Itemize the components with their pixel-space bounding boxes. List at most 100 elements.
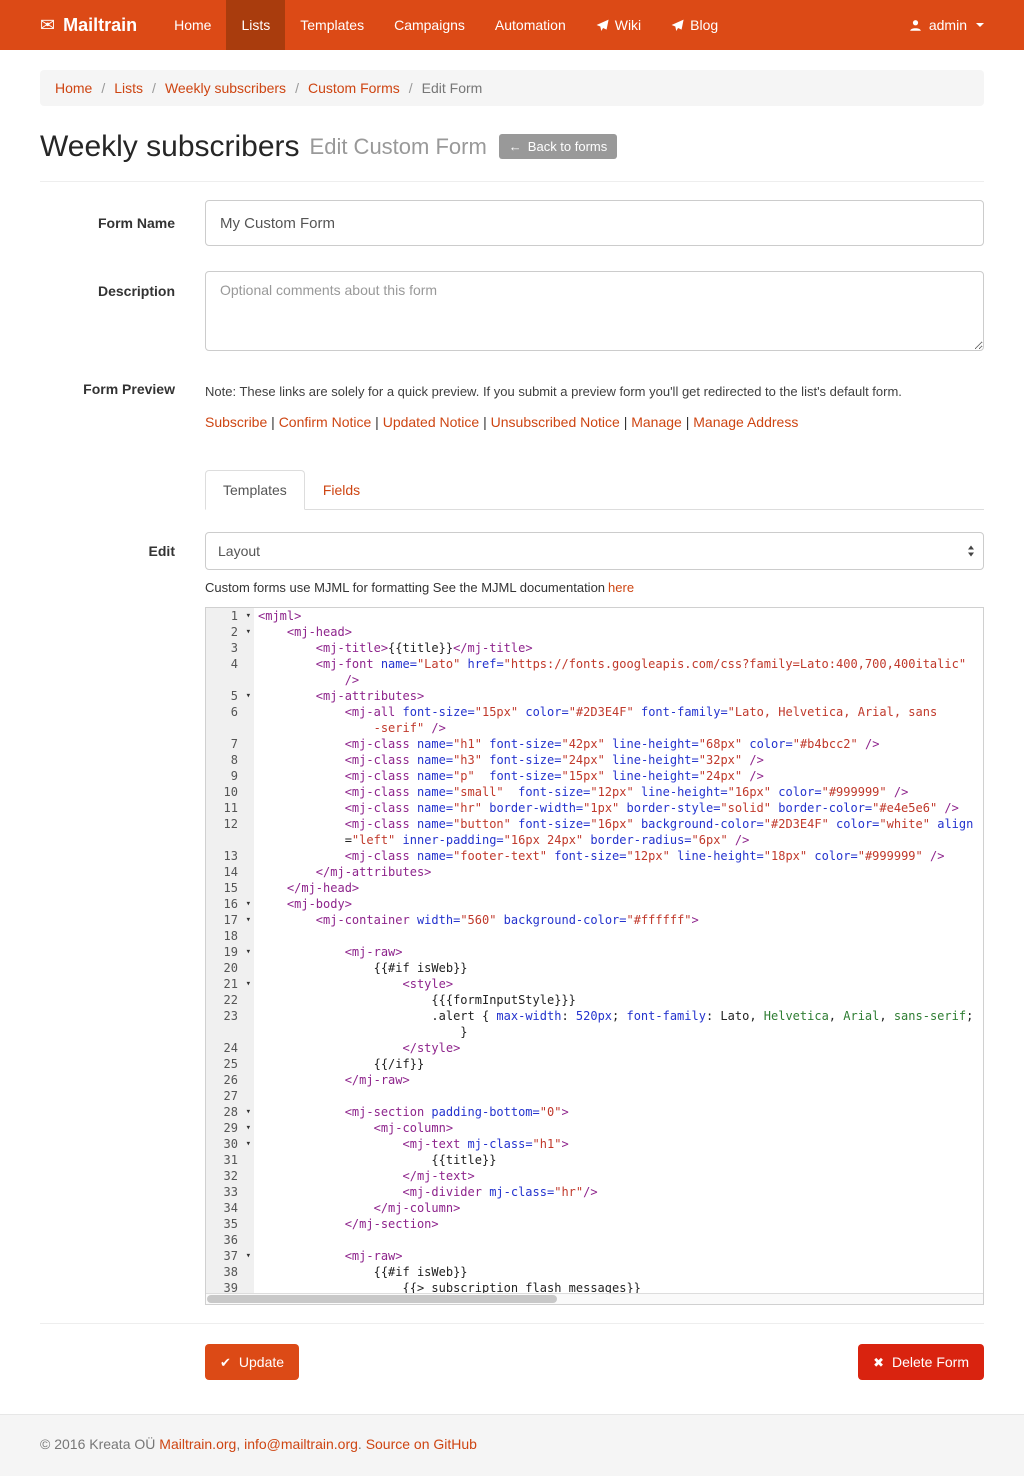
editor-line[interactable]: 38 {{#if isWeb}}	[206, 1264, 983, 1280]
editor-line[interactable]: 12 <mj-class name="button" font-size="16…	[206, 816, 983, 832]
footer-link-mailtrain-org[interactable]: Mailtrain.org	[159, 1436, 236, 1452]
breadcrumb-item-home[interactable]: Home	[55, 80, 92, 96]
footer-text: .	[358, 1436, 366, 1452]
mjml-docs-link[interactable]: here	[608, 580, 634, 595]
editor-line[interactable]: 13 <mj-class name="footer-text" font-siz…	[206, 848, 983, 864]
fold-arrow-icon[interactable]: ▾	[246, 688, 251, 704]
editor-line[interactable]: 28▾ <mj-section padding-bottom="0">	[206, 1104, 983, 1120]
fold-arrow-icon[interactable]: ▾	[246, 624, 251, 640]
editor-line[interactable]: 35 </mj-section>	[206, 1216, 983, 1232]
editor-line[interactable]: 16▾ <mj-body>	[206, 896, 983, 912]
editor-line[interactable]: 31 {{title}}	[206, 1152, 983, 1168]
nav-item-home[interactable]: Home	[159, 0, 226, 50]
editor-line[interactable]: 22 {{{formInputStyle}}}	[206, 992, 983, 1008]
editor-line[interactable]: 10 <mj-class name="small" font-size="12p…	[206, 784, 983, 800]
fold-arrow-icon[interactable]: ▾	[246, 1120, 251, 1136]
preview-link-manage[interactable]: Manage	[631, 414, 682, 430]
page-title: Weekly subscribers	[40, 130, 300, 163]
preview-link-unsubscribed-notice[interactable]: Unsubscribed Notice	[491, 414, 620, 430]
fold-arrow-icon[interactable]: ▾	[246, 944, 251, 960]
editor-line[interactable]: 29▾ <mj-column>	[206, 1120, 983, 1136]
editor-line[interactable]: 4 <mj-font name="Lato" href="https://fon…	[206, 656, 983, 672]
editor-line[interactable]: 18	[206, 928, 983, 944]
editor-line[interactable]: 32 </mj-text>	[206, 1168, 983, 1184]
nav-item-automation[interactable]: Automation	[480, 0, 581, 50]
editor-line[interactable]: 9 <mj-class name="p" font-size="15px" li…	[206, 768, 983, 784]
user-menu[interactable]: admin	[909, 0, 984, 50]
line-number: 14	[224, 865, 238, 879]
editor-line[interactable]: 36	[206, 1232, 983, 1248]
editor-line[interactable]: 27	[206, 1088, 983, 1104]
fold-arrow-icon[interactable]: ▾	[246, 896, 251, 912]
delete-form-button[interactable]: ✖ Delete Form	[858, 1344, 984, 1380]
line-number: 32	[224, 1169, 238, 1183]
editor-line[interactable]: 23 .alert { max-width: 520px; font-famil…	[206, 1008, 983, 1024]
nav-item-blog[interactable]: Blog	[656, 0, 733, 50]
editor-gutter-cell: 37▾	[206, 1248, 254, 1264]
editor-horizontal-scrollbar[interactable]	[206, 1293, 983, 1304]
edit-form-select[interactable]: Layout	[205, 532, 984, 570]
fold-arrow-icon[interactable]: ▾	[246, 976, 251, 992]
breadcrumb-item-custom-forms[interactable]: Custom Forms	[308, 80, 400, 96]
preview-link-manage-address[interactable]: Manage Address	[693, 414, 798, 430]
arrow-left-icon: ←	[509, 139, 522, 155]
nav-item-label: Blog	[690, 17, 718, 33]
editor-line[interactable]: 6 <mj-all font-size="15px" color="#2D3E4…	[206, 704, 983, 720]
editor-line-wrap[interactable]: }	[206, 1024, 983, 1040]
edit-custom-form: Form Name Description Form Preview Note:…	[0, 200, 1024, 1305]
editor-line[interactable]: 11 <mj-class name="hr" border-width="1px…	[206, 800, 983, 816]
editor-line-wrap[interactable]: ="left" inner-padding="16px 24px" border…	[206, 832, 983, 848]
back-to-forms-button[interactable]: ← Back to forms	[499, 134, 617, 160]
editor-line[interactable]: 2▾ <mj-head>	[206, 624, 983, 640]
editor-line[interactable]: 30▾ <mj-text mj-class="h1">	[206, 1136, 983, 1152]
editor-line[interactable]: 15 </mj-head>	[206, 880, 983, 896]
fold-arrow-icon[interactable]: ▾	[246, 912, 251, 928]
editor-line[interactable]: 14 </mj-attributes>	[206, 864, 983, 880]
tab-fields[interactable]: Fields	[305, 470, 378, 510]
editor-code-text: {{/if}}	[254, 1056, 424, 1072]
description-textarea[interactable]	[205, 271, 984, 351]
fold-arrow-icon[interactable]: ▾	[246, 608, 251, 624]
editor-line[interactable]: 33 <mj-divider mj-class="hr"/>	[206, 1184, 983, 1200]
nav-item-templates[interactable]: Templates	[285, 0, 379, 50]
editor-line-wrap[interactable]: />	[206, 672, 983, 688]
editor-line[interactable]: 5▾ <mj-attributes>	[206, 688, 983, 704]
editor-line[interactable]: 19▾ <mj-raw>	[206, 944, 983, 960]
preview-link-updated-notice[interactable]: Updated Notice	[383, 414, 480, 430]
editor-line[interactable]: 1▾<mjml>	[206, 608, 983, 624]
tab-templates[interactable]: Templates	[205, 470, 305, 510]
editor-line[interactable]: 20 {{#if isWeb}}	[206, 960, 983, 976]
nav-item-wiki[interactable]: Wiki	[581, 0, 656, 50]
editor-line[interactable]: 8 <mj-class name="h3" font-size="24px" l…	[206, 752, 983, 768]
editor-line[interactable]: 34 </mj-column>	[206, 1200, 983, 1216]
editor-gutter-cell: 25	[206, 1056, 254, 1072]
editor-gutter-cell: 1▾	[206, 608, 254, 624]
preview-link-subscribe[interactable]: Subscribe	[205, 414, 267, 430]
editor-line[interactable]: 26 </mj-raw>	[206, 1072, 983, 1088]
editor-line[interactable]: 37▾ <mj-raw>	[206, 1248, 983, 1264]
editor-line[interactable]: 24 </style>	[206, 1040, 983, 1056]
editor-line[interactable]: 3 <mj-title>{{title}}</mj-title>	[206, 640, 983, 656]
fold-arrow-icon[interactable]: ▾	[246, 1136, 251, 1152]
editor-line[interactable]: 21▾ <style>	[206, 976, 983, 992]
update-button[interactable]: ✔ Update	[205, 1344, 299, 1380]
editor-line[interactable]: 17▾ <mj-container width="560" background…	[206, 912, 983, 928]
editor-line[interactable]: 7 <mj-class name="h1" font-size="42px" l…	[206, 736, 983, 752]
breadcrumb-item-lists[interactable]: Lists	[114, 80, 143, 96]
preview-link-confirm-notice[interactable]: Confirm Notice	[279, 414, 372, 430]
nav-item-lists[interactable]: Lists	[226, 0, 285, 50]
brand-link[interactable]: ✉ Mailtrain	[40, 0, 137, 50]
editor-gutter-cell: 4	[206, 656, 254, 672]
footer-link-info-mailtrain-org[interactable]: info@mailtrain.org	[244, 1436, 358, 1452]
footer-link-source-on-github[interactable]: Source on GitHub	[366, 1436, 477, 1452]
fold-arrow-icon[interactable]: ▾	[246, 1104, 251, 1120]
code-editor[interactable]: 1▾<mjml>2▾ <mj-head>3 <mj-title>{{title}…	[205, 607, 984, 1305]
fold-arrow-icon[interactable]: ▾	[246, 1248, 251, 1264]
editor-line-wrap[interactable]: -serif" />	[206, 720, 983, 736]
breadcrumb-item-weekly-subscribers[interactable]: Weekly subscribers	[165, 80, 286, 96]
editor-gutter-cell: 30▾	[206, 1136, 254, 1152]
editor-scrollbar-thumb[interactable]	[207, 1295, 557, 1303]
form-name-input[interactable]	[205, 200, 984, 246]
editor-line[interactable]: 25 {{/if}}	[206, 1056, 983, 1072]
nav-item-campaigns[interactable]: Campaigns	[379, 0, 480, 50]
